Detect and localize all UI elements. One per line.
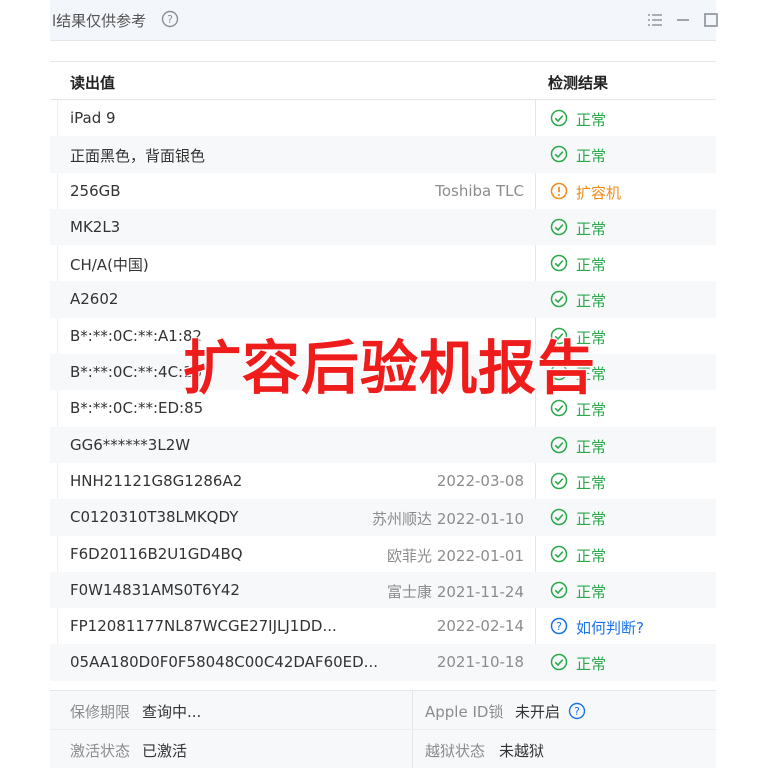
read-value: MK2L3 (70, 217, 121, 236)
warranty-label: 保修期限 (70, 703, 131, 721)
svg-text:?: ? (167, 13, 173, 26)
read-value: F6D20116B2U1GD4BQ (70, 544, 243, 563)
appleid-value: 未开启 (515, 703, 561, 721)
minimize-icon[interactable] (674, 11, 692, 29)
result-text: 正常 (576, 437, 607, 456)
table-row: HNH21121G8G1286A2 2022-03-08 正常 (50, 463, 716, 499)
activation-label: 激活状态 (70, 742, 131, 760)
table-row: 正面黑色，背面银色 正常 (50, 136, 716, 173)
table-row: iPad 9 正常 (50, 100, 716, 136)
result-text: 正常 (576, 256, 607, 275)
read-value: C0120310T38LMKQDY (70, 508, 239, 527)
read-value: FP12081177NL87WCGE27IJLJ1DD... (70, 617, 337, 636)
check-circle-icon (550, 509, 568, 526)
result-text: 正常 (576, 546, 607, 565)
read-value-note: 2022-03-08 (436, 471, 524, 490)
check-circle-icon (550, 545, 568, 562)
window-controls (646, 11, 718, 29)
result-text: 正常 (576, 219, 607, 238)
table-row: CH/A(中国) 正常 (50, 245, 716, 281)
read-value: 256GB (70, 181, 121, 200)
info-row: 保修期限 查询中... Apple ID锁 未开启 ? (50, 691, 716, 729)
result-text: 正常 (576, 147, 607, 166)
table-row: MK2L3 正常 (50, 208, 716, 246)
read-value-note: 2021-10-18 (436, 653, 524, 672)
table-row: 05AA180D0F0F58048C00C42DAF60ED... 2021-10… (50, 644, 716, 681)
table-row: 256GB Toshiba TLC 扩容机 (50, 173, 716, 209)
check-circle-icon (550, 254, 568, 272)
check-circle-icon (550, 472, 568, 490)
result-text: 正常 (576, 292, 607, 311)
result-text: 正常 (576, 510, 607, 529)
jailbreak-value: 未越狱 (499, 742, 545, 760)
check-circle-icon (550, 581, 568, 599)
window-titlebar: l结果仅供参考 ? (50, 0, 718, 41)
read-value-note: 2022-02-14 (436, 617, 524, 636)
read-value: iPad 9 (70, 109, 116, 127)
appleid-label: Apple ID锁 (425, 703, 504, 721)
column-header-read-value: 读出值 (70, 74, 116, 92)
svg-text:?: ? (556, 620, 562, 633)
help-circle-icon: ? (550, 617, 568, 635)
read-value: GG6******3L2W (70, 435, 191, 454)
table-row: A2602 正常 (50, 281, 716, 318)
help-icon[interactable]: ? (161, 10, 179, 28)
list-icon[interactable] (646, 11, 664, 29)
read-value: CH/A(中国) (70, 256, 149, 275)
table-row: F0W14831AMS0T6Y42 富士康 2021-11-24 正常 (50, 571, 716, 609)
table-header: 读出值 检测结果 (50, 61, 716, 100)
read-value-note: 欧菲光 2022-01-01 (387, 546, 524, 565)
read-value: HNH21121G8G1286A2 (70, 471, 243, 490)
read-value-note: 富士康 2021-11-24 (387, 582, 524, 601)
check-circle-icon (550, 291, 568, 308)
watermark-title: 扩容后验机报告 (183, 334, 597, 402)
jailbreak-label: 越狱状态 (425, 742, 486, 760)
help-icon[interactable]: ? (568, 702, 586, 720)
how-to-judge-link[interactable]: 如何判断? (576, 617, 644, 638)
check-circle-icon (550, 146, 568, 163)
read-value: 05AA180D0F0F58048C00C42DAF60ED... (70, 653, 378, 672)
result-text: 正常 (576, 582, 607, 601)
result-text: 正常 (576, 111, 607, 129)
device-info-panel: 保修期限 查询中... Apple ID锁 未开启 ? 激活状态 已激活 越狱状… (50, 690, 716, 768)
check-circle-icon (550, 218, 568, 236)
result-text: 正常 (576, 473, 607, 492)
table-row: C0120310T38LMKQDY 苏州顺达 2022-01-10 正常 (50, 499, 716, 536)
check-circle-icon (550, 109, 568, 127)
warning-circle-icon (550, 182, 568, 199)
activation-value: 已激活 (142, 742, 188, 760)
read-value: A2602 (70, 290, 119, 309)
warranty-value: 查询中... (142, 703, 202, 721)
read-value: 正面黑色，背面银色 (70, 147, 206, 166)
result-text: 正常 (576, 655, 607, 674)
read-value: F0W14831AMS0T6Y42 (70, 580, 240, 599)
table-row: F6D20116B2U1GD4BQ 欧菲光 2022-01-01 正常 (50, 536, 716, 572)
read-value-note: Toshiba TLC (435, 181, 524, 200)
table-row: FP12081177NL87WCGE27IJLJ1DD... 2022-02-14… (50, 608, 716, 644)
read-value-note: 苏州顺达 2022-01-10 (372, 510, 524, 529)
svg-text:?: ? (574, 705, 580, 718)
window-title: l结果仅供参考 (52, 12, 147, 30)
check-circle-icon (550, 436, 568, 453)
info-row: 激活状态 已激活 越狱状态 未越狱 (50, 729, 716, 767)
check-circle-icon (550, 654, 568, 671)
column-header-result: 检测结果 (548, 74, 609, 92)
result-text: 扩容机 (576, 183, 622, 202)
table-row: GG6******3L2W 正常 (50, 426, 716, 463)
maximize-icon[interactable] (702, 11, 720, 29)
